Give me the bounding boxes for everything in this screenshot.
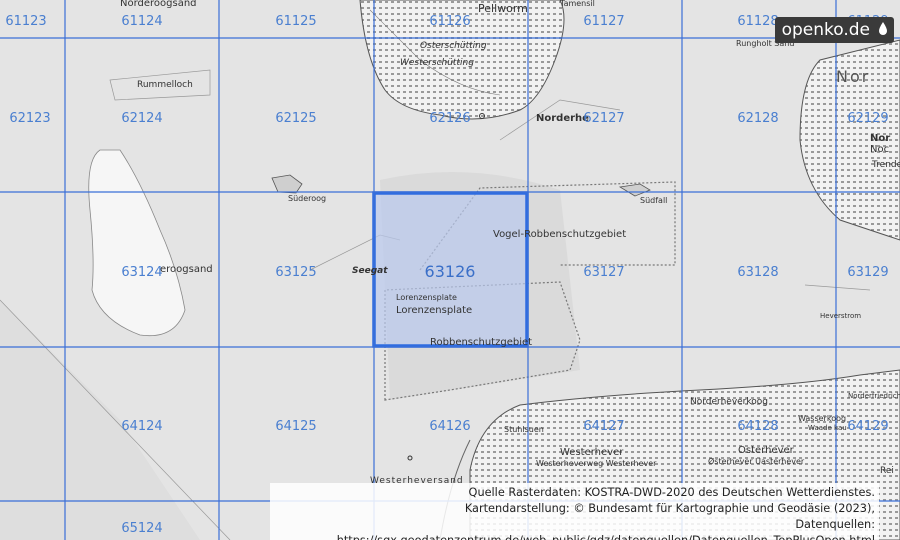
- place-label-norderfriedrich: Norderfriedrich: [848, 392, 900, 400]
- grid-cell-label: 64125: [275, 419, 316, 434]
- place-label-norderoogsand: Norderoogsand: [120, 0, 197, 9]
- brand-name: openko.de: [781, 20, 870, 40]
- grid-cell-label: 62125: [275, 111, 316, 126]
- place-label-rei: Rei: [880, 466, 894, 476]
- grid-labels-row4: 65124: [121, 521, 162, 536]
- place-label-westerheverweg: Westerheverweg Westerhever: [536, 459, 657, 468]
- place-label-norderheverkoog: Norderheverkoog: [690, 397, 768, 407]
- grid-cell-label: 63124: [121, 265, 162, 280]
- grid-cell-label: 63129: [847, 265, 888, 280]
- basemap: Norderoogsand Pellworm Tamensil Ostersch…: [0, 0, 900, 540]
- place-label-eroogsand: eroogsand: [160, 264, 213, 275]
- place-label-trende: Trende: [871, 160, 900, 170]
- place-label-lorenzensplate-small: Lorenzensplate: [396, 293, 457, 302]
- grid-cell-label: 61127: [583, 14, 624, 29]
- grid-cell-label: 64127: [583, 419, 624, 434]
- place-label-suedfall: Südfall: [640, 196, 667, 205]
- grid-cell-label: 61123: [5, 14, 46, 29]
- place-label-noc: Noc: [870, 144, 889, 155]
- grid-labels-row0: 61123 61124 61125 61126 61127 61128 6112…: [5, 14, 888, 29]
- droplet-icon: [879, 22, 887, 35]
- place-label-nord: Nor: [870, 133, 890, 144]
- place-label-osterheverlaster: Østerhever Uasterhever: [708, 456, 805, 466]
- brand-logo[interactable]: openko.de: [774, 17, 894, 43]
- place-label-osterschuetting: Osterschütting: [420, 41, 487, 51]
- place-label-wasserkoog: Wasserkoog: [798, 414, 846, 423]
- place-label-rummelloch: Rummelloch: [137, 80, 193, 90]
- grid-cell-label: 63125: [275, 265, 316, 280]
- place-label-nor-large: Nor: [836, 67, 870, 86]
- place-label-pellworm: Pellworm: [478, 2, 528, 15]
- place-label-vogel-robbenschutzgebiet: Vogel-Robbenschutzgebiet: [493, 229, 626, 240]
- place-label-osterhever: Osterhever: [738, 445, 795, 456]
- grid-cell-label: 62129: [847, 111, 888, 126]
- attribution-line-3[interactable]: Datenquellen: https://sgx.geodatenzentru…: [270, 517, 875, 540]
- place-label-westerschuetting: Westerschütting: [400, 58, 474, 68]
- place-label-robbenschutzgebiet: Robbenschutzgebiet: [430, 337, 532, 348]
- grid-cell-label: 61126: [429, 14, 470, 29]
- grid-cell-label-selected[interactable]: 63126: [425, 262, 476, 281]
- place-label-westerhever: Westerhever: [560, 447, 624, 458]
- grid-cell-label: 64128: [737, 419, 778, 434]
- grid-cell-label: 63127: [583, 265, 624, 280]
- grid-cell-label: 61128: [737, 14, 778, 29]
- attribution-line-1: Quelle Rasterdaten: KOSTRA-DWD-2020 des …: [468, 486, 875, 499]
- grid-cell-label: 61125: [275, 14, 316, 29]
- grid-cell-label: 63128: [737, 265, 778, 280]
- place-label-tamensil: Tamensil: [559, 0, 595, 8]
- grid-cell-label: 64124: [121, 419, 162, 434]
- map-viewport[interactable]: Norderoogsand Pellworm Tamensil Ostersch…: [0, 0, 900, 540]
- grid-cell-label: 64129: [847, 419, 888, 434]
- attribution-box: Quelle Rasterdaten: KOSTRA-DWD-2020 des …: [270, 483, 879, 540]
- grid-cell-label: 62124: [121, 111, 162, 126]
- grid-cell-label: 62127: [583, 111, 624, 126]
- place-label-stuhlsuen: Stuhlsuen: [504, 425, 544, 434]
- grid-cell-label: 61124: [121, 14, 162, 29]
- place-label-norderhe: Norderhe: [536, 113, 589, 124]
- grid-cell-label: 62128: [737, 111, 778, 126]
- place-label-waadekau: Waade kau: [808, 424, 847, 432]
- place-label-heverstrom: Heverstrom: [820, 312, 861, 320]
- grid-cell-label: 62126: [429, 111, 470, 126]
- place-label-lorenzensplate: Lorenzensplate: [396, 305, 472, 316]
- grid-cell-label: 64126: [429, 419, 470, 434]
- place-label-seegat: Seegat: [352, 266, 388, 276]
- place-label-suederoog: Süderoog: [288, 194, 326, 203]
- attribution-line-2: Kartendarstellung: © Bundesamt für Karto…: [464, 502, 875, 515]
- grid-cell-label: 62123: [9, 111, 50, 126]
- grid-labels-row1: 62123 62124 62125 62126 62127 62128 6212…: [9, 111, 888, 126]
- grid-cell-label: 65124: [121, 521, 162, 536]
